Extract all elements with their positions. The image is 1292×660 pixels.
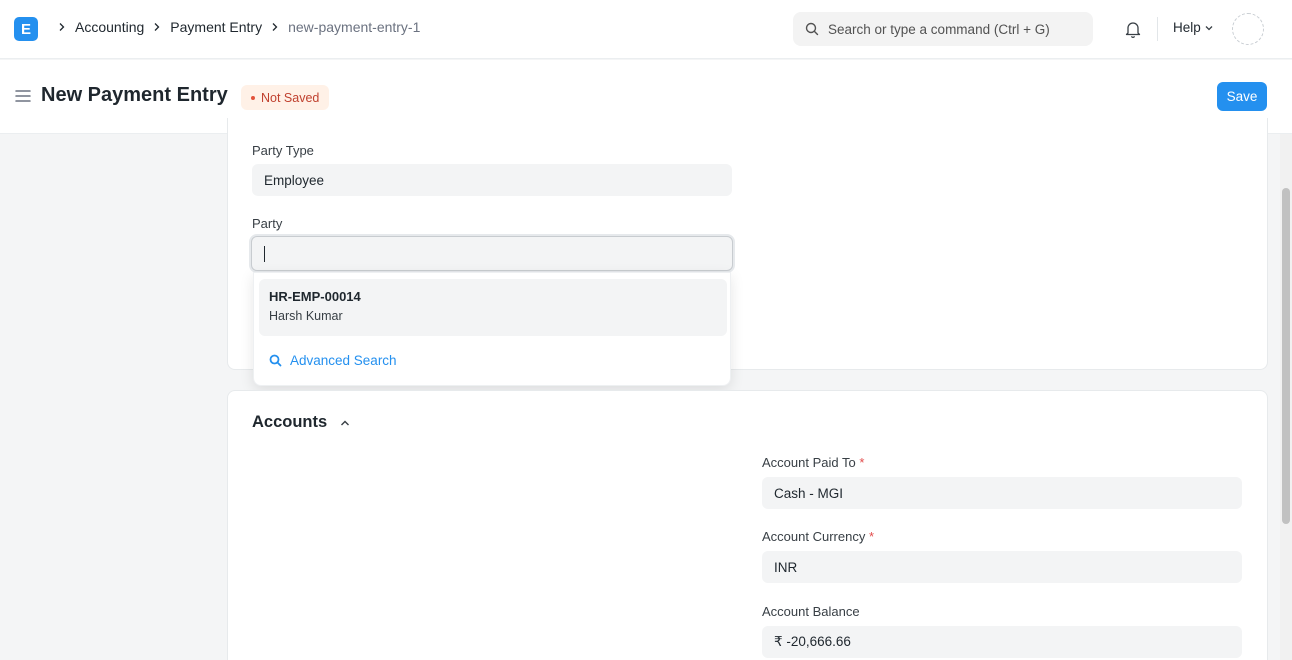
breadcrumb-current: new-payment-entry-1 (288, 19, 421, 35)
search-icon (269, 354, 282, 367)
party-dropdown: HR-EMP-00014 Harsh Kumar Advanced Search (253, 272, 731, 386)
save-button[interactable]: Save (1217, 82, 1267, 111)
text-caret (264, 245, 265, 262)
account-currency-value: INR (774, 559, 798, 575)
status-dot (251, 95, 255, 100)
breadcrumb-payment-entry[interactable]: Payment Entry (167, 19, 265, 35)
app-logo-icon[interactable]: E (14, 17, 38, 41)
top-navbar: E Accounting Payment Entry new-payment-e… (0, 0, 1292, 59)
account-balance-value: ₹ -20,666.66 (774, 634, 851, 649)
search-placeholder: Search or type a command (Ctrl + G) (828, 21, 1050, 37)
accounts-section-header[interactable]: Accounts (252, 413, 351, 432)
account-paid-to-label: Account Paid To * (762, 455, 865, 470)
dropdown-option[interactable]: HR-EMP-00014 Harsh Kumar (259, 279, 727, 336)
chevron-up-icon (341, 420, 350, 425)
chevron-down-icon (1205, 25, 1213, 30)
account-balance-label: Account Balance (762, 604, 860, 619)
accounts-section (227, 390, 1268, 660)
account-balance-field: ₹ -20,666.66 (762, 626, 1242, 658)
chevron-right-icon (54, 19, 70, 35)
status-badge: Not Saved (241, 85, 330, 110)
account-paid-to-field[interactable]: Cash - MGI (762, 477, 1242, 509)
party-input[interactable] (251, 236, 733, 271)
account-currency-field[interactable]: INR (762, 551, 1242, 583)
bell-icon[interactable] (1123, 19, 1143, 39)
help-label: Help (1173, 20, 1201, 35)
page-title: New Payment Entry (41, 84, 228, 106)
breadcrumb: Accounting Payment Entry new-payment-ent… (52, 19, 423, 35)
section-title: Accounts (252, 413, 328, 431)
chevron-right-icon (267, 19, 283, 35)
search-icon (805, 22, 819, 36)
option-id: HR-EMP-00014 (269, 289, 361, 304)
scrollbar[interactable] (1280, 134, 1292, 660)
help-menu[interactable]: Help (1173, 20, 1214, 35)
party-type-label: Party Type (252, 143, 314, 158)
avatar[interactable] (1232, 13, 1264, 45)
search-bar[interactable]: Search or type a command (Ctrl + G) (793, 12, 1093, 46)
advanced-search-link[interactable]: Advanced Search (269, 353, 397, 368)
status-badge-label: Not Saved (261, 90, 320, 105)
advanced-search-label: Advanced Search (290, 353, 397, 368)
option-name: Harsh Kumar (269, 309, 343, 323)
account-paid-to-value: Cash - MGI (774, 485, 844, 501)
account-currency-label: Account Currency * (762, 529, 875, 544)
party-type-field[interactable]: Employee (252, 164, 732, 196)
party-label: Party (252, 216, 283, 231)
scrollbar-thumb[interactable] (1282, 188, 1290, 524)
chevron-right-icon (149, 19, 165, 35)
breadcrumb-accounting[interactable]: Accounting (72, 19, 147, 35)
party-type-value: Employee (264, 172, 325, 188)
hamburger-icon[interactable] (15, 89, 31, 103)
divider (1157, 17, 1158, 41)
